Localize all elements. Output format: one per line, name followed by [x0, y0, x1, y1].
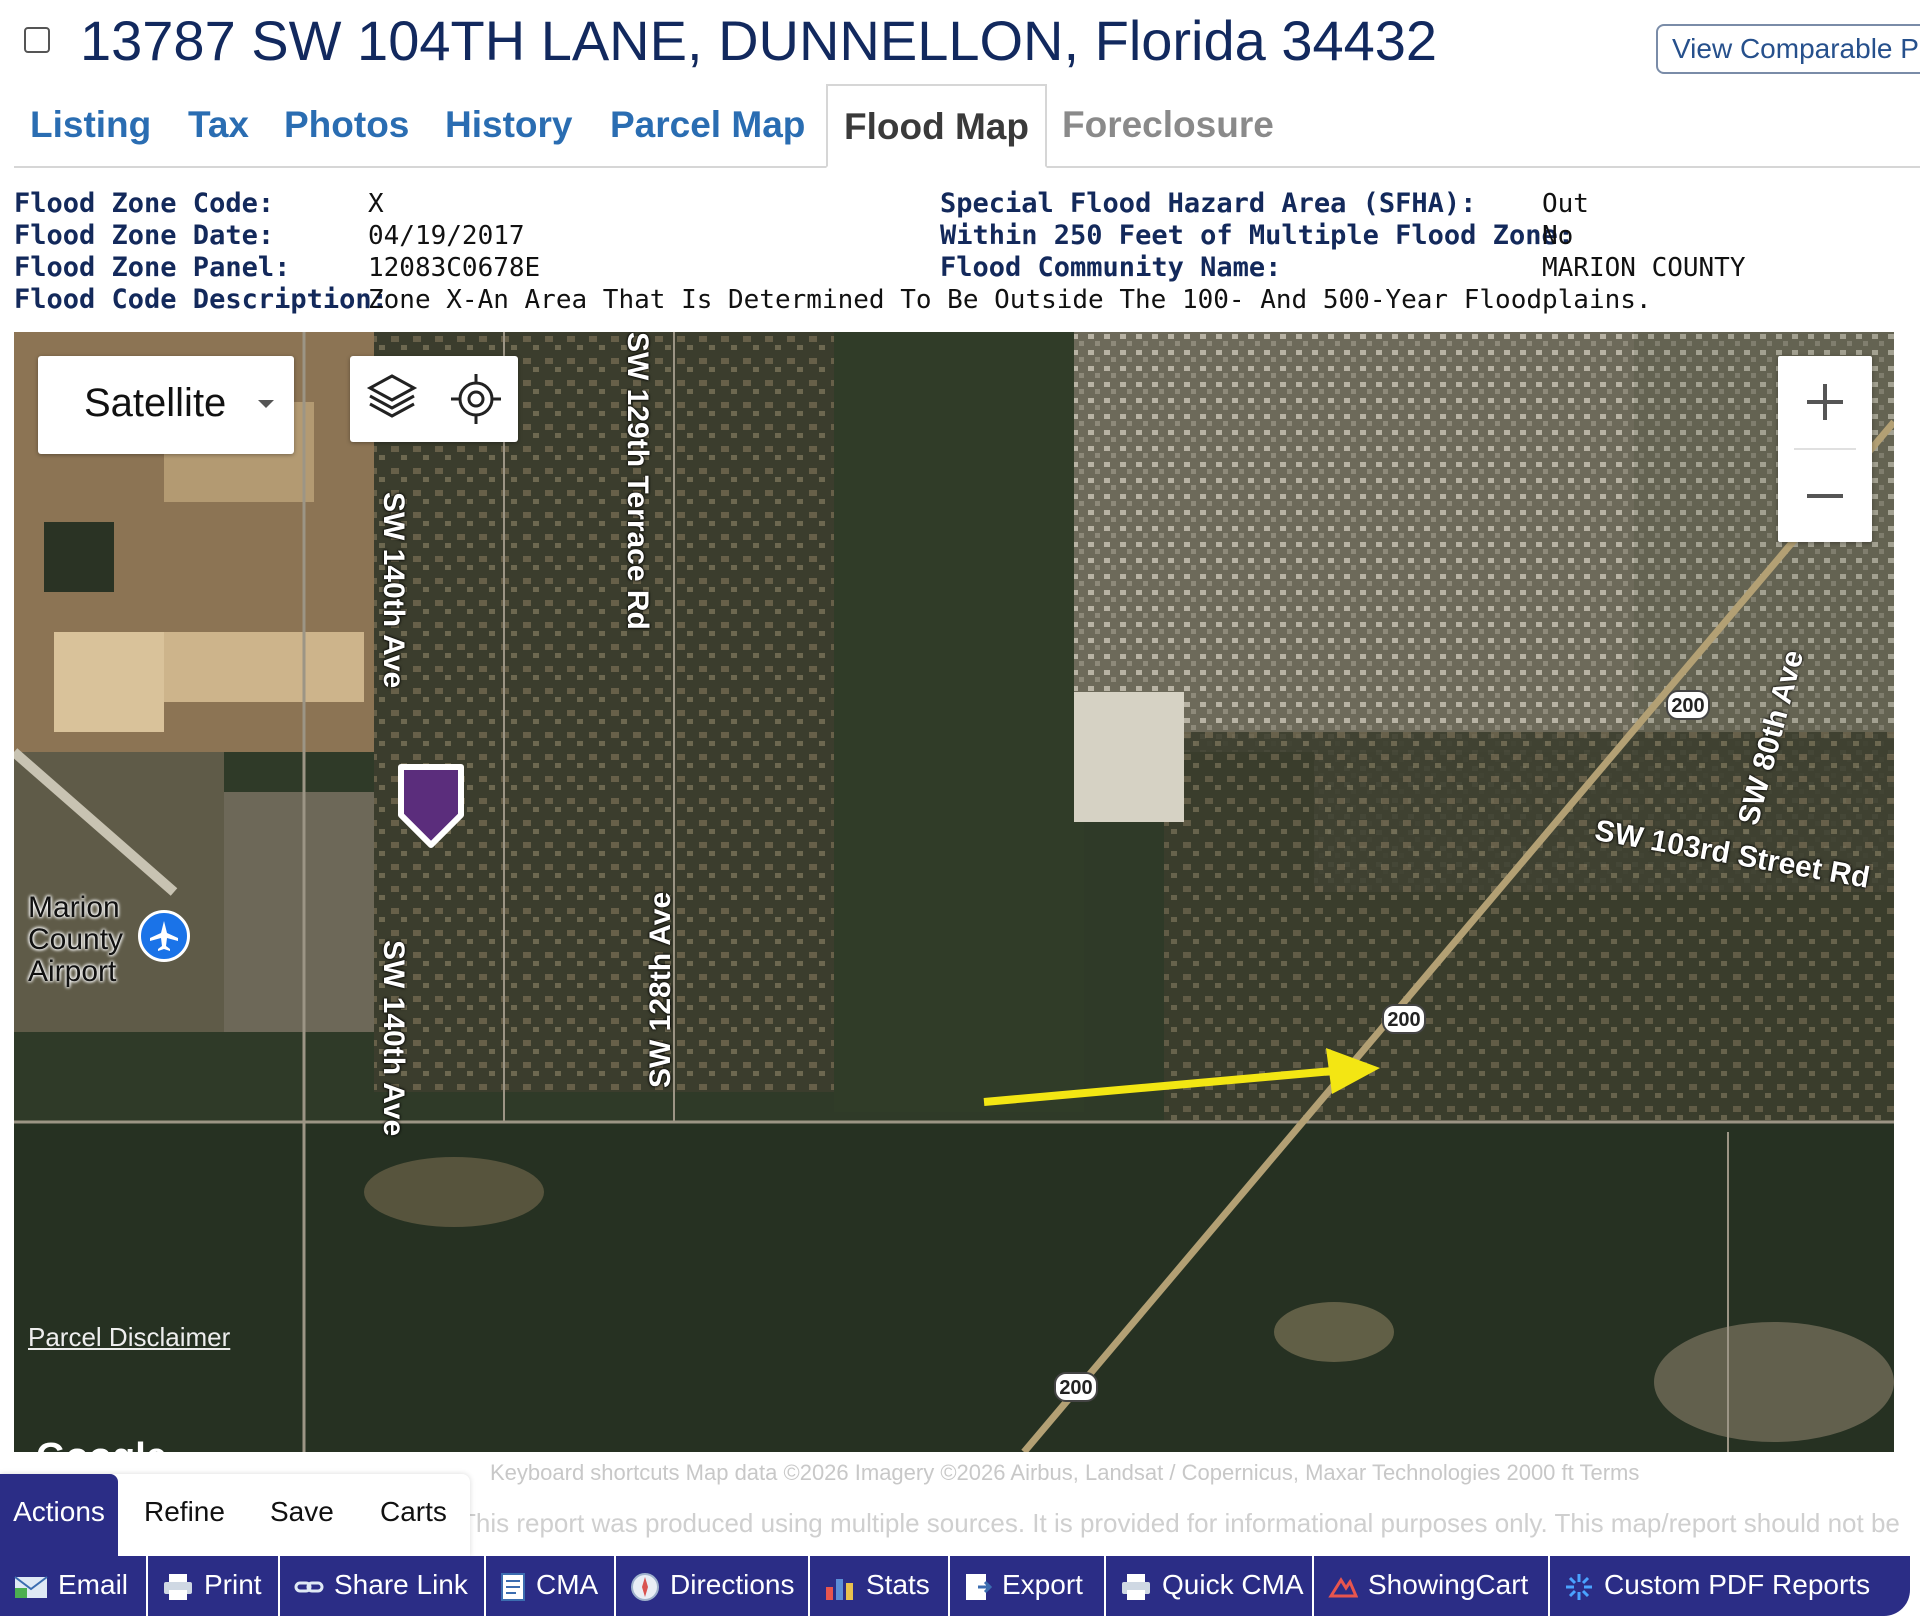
airport-label[interactable]: Marion County Airport [28, 892, 148, 988]
property-address: 13787 SW 104TH LANE, DUNNELLON, Florida … [80, 9, 1438, 72]
map-type-label: Satellite [84, 381, 227, 425]
print-icon [1122, 1573, 1150, 1600]
custom-pdf-reports-button[interactable]: Custom PDF Reports [1550, 1556, 1910, 1616]
email-label: Email [58, 1569, 129, 1600]
zoom-in-button[interactable] [1778, 356, 1872, 448]
flood-zone-code-label: Flood Zone Code: [14, 188, 275, 219]
tab-flood-map[interactable]: Flood Map [826, 84, 1047, 168]
zoom-controls [1778, 356, 1872, 542]
minus-icon [1807, 494, 1843, 498]
google-logo: Google [36, 1436, 167, 1452]
road-label-sw-129th: SW 129th Terrace Rd [621, 332, 654, 630]
tab-foreclosure[interactable]: Foreclosure [1062, 84, 1274, 166]
airplane-glyph [150, 921, 178, 951]
stats-button[interactable]: Stats [810, 1556, 950, 1616]
tab-listing[interactable]: Listing [30, 84, 151, 166]
quick-cma-button[interactable]: Quick CMA [1106, 1556, 1314, 1616]
within-250-label: Within 250 Feet of Multiple Flood Zone: [940, 220, 1574, 251]
bar-chart-icon [826, 1578, 853, 1600]
showingcart-icon [1328, 1576, 1358, 1598]
flood-zone-date-label: Flood Zone Date: [14, 220, 275, 251]
print-button[interactable]: Print [148, 1556, 280, 1616]
action-bar: Email Print Share Link CMA Directions St… [0, 1556, 1910, 1616]
layers-button[interactable] [350, 356, 434, 442]
select-listing-checkbox[interactable] [24, 27, 50, 53]
map-attribution: Keyboard shortcuts Map data ©2026 Imager… [490, 1460, 1640, 1485]
tab-refine[interactable]: Refine [144, 1474, 225, 1556]
tab-tax[interactable]: Tax [188, 84, 249, 166]
map-type-selector[interactable]: Satellite [38, 356, 294, 454]
cma-label: CMA [536, 1569, 599, 1600]
custom-pdf-reports-label: Custom PDF Reports [1604, 1569, 1871, 1600]
within-250-value: No [1542, 221, 1574, 251]
crosshair-icon [451, 374, 501, 424]
tab-carts[interactable]: Carts [380, 1474, 447, 1556]
flood-zone-panel-value: 12083C0678E [368, 253, 541, 283]
tab-photos[interactable]: Photos [284, 84, 409, 166]
email-button[interactable]: Email [0, 1556, 148, 1616]
compass-icon [631, 1572, 659, 1601]
print-label: Print [204, 1569, 262, 1600]
airport-label-text: Marion County Airport [28, 891, 124, 988]
export-icon [966, 1573, 992, 1600]
flood-zone-date-value: 04/19/2017 [368, 221, 525, 251]
highway-shield-200: 200 [1382, 1004, 1426, 1034]
flood-description-label: Flood Code Description: [14, 284, 388, 315]
tab-save[interactable]: Save [270, 1474, 334, 1556]
showingcart-label: ShowingCart [1368, 1569, 1529, 1600]
directions-label: Directions [670, 1569, 795, 1600]
cma-icon [501, 1572, 525, 1601]
tab-actions[interactable]: Actions [0, 1474, 118, 1556]
flood-zone-code-value: X [368, 189, 384, 219]
chevron-down-icon [258, 400, 274, 408]
export-label: Export [1002, 1569, 1083, 1600]
highway-shield-200: 200 [1054, 1372, 1098, 1402]
plus-icon [1807, 384, 1843, 420]
community-label: Flood Community Name: [940, 252, 1282, 283]
link-icon [294, 1581, 324, 1593]
highway-shield-200: 200 [1666, 690, 1710, 720]
tab-parcel-map[interactable]: Parcel Map [610, 84, 805, 166]
flood-map[interactable]: SW 140th Ave SW 140th Ave SW 129th Terra… [14, 332, 1894, 1452]
sfha-label: Special Flood Hazard Area (SFHA): [940, 188, 1477, 219]
satellite-imagery [14, 332, 1894, 1452]
share-link-button[interactable]: Share Link [280, 1556, 486, 1616]
my-location-button[interactable] [434, 356, 518, 442]
property-marker[interactable] [395, 761, 467, 856]
road-label-sw-128th: SW 128th Ave [644, 891, 677, 1088]
cma-button[interactable]: CMA [486, 1556, 616, 1616]
zoom-out-button[interactable] [1778, 450, 1872, 542]
flood-zone-panel-label: Flood Zone Panel: [14, 252, 291, 283]
airplane-icon[interactable] [138, 910, 190, 962]
flood-description-value: Zone X-An Area That Is Determined To Be … [368, 285, 1652, 315]
stats-label: Stats [866, 1569, 930, 1600]
road-label-sw-140th-lower: SW 140th Ave [377, 940, 410, 1137]
showingcart-button[interactable]: ShowingCart [1314, 1556, 1550, 1616]
road-label-sw-140th-upper: SW 140th Ave [377, 492, 410, 689]
action-tabs: Actions Refine Save Carts [0, 1474, 470, 1556]
map-pin-icon [398, 764, 464, 848]
sparkle-icon [1566, 1573, 1592, 1600]
export-button[interactable]: Export [950, 1556, 1106, 1616]
map-controls [350, 356, 518, 442]
report-disclaimer: This report was produced using multiple … [460, 1508, 1900, 1538]
sfha-value: Out [1542, 189, 1589, 219]
parcel-disclaimer-link[interactable]: Parcel Disclaimer [28, 1322, 230, 1353]
layers-icon [366, 374, 418, 418]
print-icon [164, 1573, 192, 1600]
detail-tabs: Listing Tax Photos History Parcel Map Fl… [14, 84, 1920, 168]
tab-history[interactable]: History [445, 84, 572, 166]
community-value: MARION COUNTY [1542, 253, 1746, 283]
share-link-label: Share Link [334, 1569, 468, 1600]
directions-button[interactable]: Directions [616, 1556, 810, 1616]
email-icon [14, 1575, 48, 1598]
property-header: 13787 SW 104TH LANE, DUNNELLON, Florida … [0, 0, 1920, 80]
view-comparable-button[interactable]: View Comparable Pr [1656, 24, 1920, 74]
quick-cma-label: Quick CMA [1162, 1569, 1304, 1600]
